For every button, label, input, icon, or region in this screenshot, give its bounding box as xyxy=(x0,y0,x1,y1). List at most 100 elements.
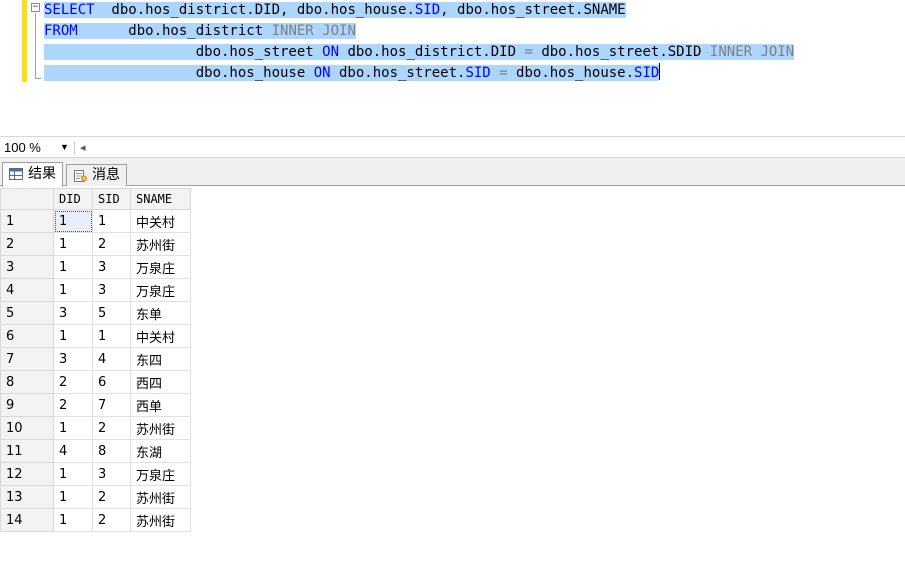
code-token: INNER JOIN xyxy=(709,44,795,60)
collapse-icon[interactable]: − xyxy=(31,3,40,12)
tab-messages[interactable]: 消息 xyxy=(66,164,127,186)
grid-cell-sid[interactable]: 1 xyxy=(92,324,131,348)
grid-cell-did[interactable]: 1 xyxy=(53,462,93,486)
row-number[interactable]: 12 xyxy=(0,462,54,486)
grid-cell-sid[interactable]: 2 xyxy=(92,416,131,440)
zoom-dropdown[interactable]: 100 % ▼ xyxy=(0,138,74,157)
row-number[interactable]: 4 xyxy=(0,278,54,302)
grid-cell-sname[interactable]: 苏州街 xyxy=(130,416,191,440)
grid-cell-did[interactable]: 3 xyxy=(53,347,93,371)
grid-cell-sname[interactable]: 万泉庄 xyxy=(130,462,191,486)
chevron-down-icon[interactable]: ▼ xyxy=(60,138,69,157)
grid-cell-sname[interactable]: 西四 xyxy=(130,370,191,394)
column-header-sname[interactable]: SNAME xyxy=(130,188,191,210)
table-row[interactable]: 13 1 2 苏州街 xyxy=(0,485,191,509)
row-number[interactable]: 1 xyxy=(0,209,54,233)
grid-cell-sid[interactable]: 3 xyxy=(92,462,131,486)
row-number[interactable]: 5 xyxy=(0,301,54,325)
grid-cell-sname[interactable]: 万泉庄 xyxy=(130,278,191,302)
table-row[interactable]: 11 4 8 东湖 xyxy=(0,439,191,463)
grid-cell-sname[interactable]: 中关村 xyxy=(130,324,191,348)
grid-cell-sid[interactable]: 3 xyxy=(92,255,131,279)
grid-cell-sid[interactable]: 6 xyxy=(92,370,131,394)
code-line[interactable]: dbo.hos_house ON dbo.hos_street.SID = db… xyxy=(44,63,794,84)
table-row[interactable]: 10 1 2 苏州街 xyxy=(0,416,191,440)
row-number[interactable]: 14 xyxy=(0,508,54,532)
sql-editor[interactable]: − SELECT dbo.hos_district.DID, dbo.hos_h… xyxy=(0,0,905,136)
code-token: dbo.hos_street. xyxy=(330,65,466,81)
grid-header-row: DID SID SNAME xyxy=(0,188,191,210)
grid-cell-did[interactable]: 3 xyxy=(53,301,93,325)
grid-cell-did[interactable]: 4 xyxy=(53,439,93,463)
table-row[interactable]: 3 1 3 万泉庄 xyxy=(0,255,191,279)
code-line[interactable]: SELECT dbo.hos_district.DID, dbo.hos_hou… xyxy=(44,0,794,21)
grid-cell-did[interactable]: 1 xyxy=(53,209,93,233)
grid-cell-sid[interactable]: 2 xyxy=(92,232,131,256)
grid-cell-sname[interactable]: 西单 xyxy=(130,393,191,417)
table-row[interactable]: 9 2 7 西单 xyxy=(0,393,191,417)
table-row[interactable]: 6 1 1 中关村 xyxy=(0,324,191,348)
change-tracking-bar xyxy=(22,0,27,82)
grid-cell-did[interactable]: 1 xyxy=(53,508,93,532)
code-line[interactable]: dbo.hos_street ON dbo.hos_district.DID =… xyxy=(44,42,795,63)
table-row[interactable]: 1 1 1 中关村 xyxy=(0,209,191,233)
grid-cell-sid[interactable]: 2 xyxy=(92,485,131,509)
row-header-corner[interactable] xyxy=(0,188,54,210)
grid-cell-sname[interactable]: 中关村 xyxy=(130,209,191,233)
grid-icon xyxy=(9,168,23,180)
row-number[interactable]: 8 xyxy=(0,370,54,394)
table-row[interactable]: 4 1 3 万泉庄 xyxy=(0,278,191,302)
table-row[interactable]: 14 1 2 苏州街 xyxy=(0,508,191,532)
code-token: ON xyxy=(322,44,340,60)
column-header-did[interactable]: DID xyxy=(53,188,93,210)
grid-cell-sname[interactable]: 苏州街 xyxy=(130,508,191,532)
grid-cell-did[interactable]: 2 xyxy=(53,370,93,394)
grid-cell-sid[interactable]: 3 xyxy=(92,278,131,302)
row-number[interactable]: 11 xyxy=(0,439,54,463)
row-number[interactable]: 6 xyxy=(0,324,54,348)
grid-cell-did[interactable]: 1 xyxy=(53,416,93,440)
code-token: dbo.hos_district.DID xyxy=(339,44,525,60)
grid-cell-sname[interactable]: 万泉庄 xyxy=(130,255,191,279)
code-line[interactable]: FROM dbo.hos_district INNER JOIN xyxy=(44,21,794,42)
results-grid[interactable]: DID SID SNAME 1 1 1 中关村 2 1 2 苏州街 3 1 3 万泉庄 4 1 3 万泉庄 5 3… xyxy=(0,188,191,532)
grid-cell-did[interactable]: 1 xyxy=(53,232,93,256)
row-number[interactable]: 9 xyxy=(0,393,54,417)
row-number[interactable]: 2 xyxy=(0,232,54,256)
text-caret xyxy=(659,63,661,80)
row-number[interactable]: 10 xyxy=(0,416,54,440)
grid-cell-sid[interactable]: 8 xyxy=(92,439,131,463)
grid-cell-sid[interactable]: 5 xyxy=(92,301,131,325)
grid-cell-sname[interactable]: 东四 xyxy=(130,347,191,371)
code-token: SELECT xyxy=(44,2,95,18)
grid-cell-did[interactable]: 1 xyxy=(53,255,93,279)
grid-cell-did[interactable]: 1 xyxy=(53,485,93,509)
row-number[interactable]: 13 xyxy=(0,485,54,509)
table-row[interactable]: 8 2 6 西四 xyxy=(0,370,191,394)
table-row[interactable]: 5 3 5 东单 xyxy=(0,301,191,325)
selected-text: dbo.hos_house ON dbo.hos_street.SID = db… xyxy=(44,65,660,81)
tab-results[interactable]: 结果 xyxy=(2,162,63,187)
row-number[interactable]: 7 xyxy=(0,347,54,371)
grid-cell-sname[interactable]: 东单 xyxy=(130,301,191,325)
sql-code[interactable]: SELECT dbo.hos_district.DID, dbo.hos_hou… xyxy=(44,0,795,84)
grid-cell-did[interactable]: 2 xyxy=(53,393,93,417)
code-token: INNER JOIN xyxy=(271,23,356,39)
scroll-left-icon[interactable]: ◂ xyxy=(80,138,86,157)
grid-cell-sname[interactable]: 苏州街 xyxy=(130,232,191,256)
table-row[interactable]: 2 1 2 苏州街 xyxy=(0,232,191,256)
outline-line-end xyxy=(35,78,41,79)
row-number[interactable]: 3 xyxy=(0,255,54,279)
grid-cell-sid[interactable]: 7 xyxy=(92,393,131,417)
grid-cell-sid[interactable]: 2 xyxy=(92,508,131,532)
column-header-sid[interactable]: SID xyxy=(92,188,131,210)
grid-cell-did[interactable]: 1 xyxy=(53,324,93,348)
grid-cell-sid[interactable]: 4 xyxy=(92,347,131,371)
table-row[interactable]: 7 3 4 东四 xyxy=(0,347,191,371)
grid-cell-sname[interactable]: 苏州街 xyxy=(130,485,191,509)
table-row[interactable]: 12 1 3 万泉庄 xyxy=(0,462,191,486)
grid-cell-sname[interactable]: 东湖 xyxy=(130,439,191,463)
grid-cell-sid[interactable]: 1 xyxy=(92,209,131,233)
grid-cell-did[interactable]: 1 xyxy=(53,278,93,302)
